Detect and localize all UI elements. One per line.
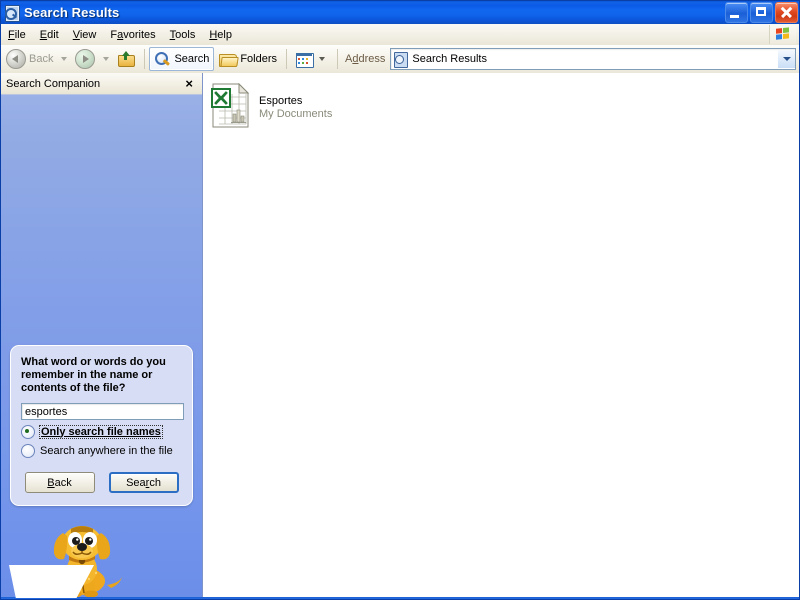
results-pane: Esportes My Documents (203, 73, 800, 598)
search-submit-label: Search (126, 477, 161, 489)
views-button[interactable] (291, 47, 333, 71)
menu-edit[interactable]: Edit (33, 27, 66, 43)
back-balloon-label: Back (47, 477, 71, 489)
windows-flag-logo (769, 25, 796, 44)
content-area: Search Companion × What word or words do… (1, 73, 800, 598)
up-folder-icon (117, 51, 135, 67)
search-document-icon (4, 5, 20, 21)
close-button[interactable] (775, 2, 798, 23)
toolbar: Back Search Folders (1, 45, 800, 74)
search-balloon: What word or words do you remember in th… (10, 345, 193, 506)
search-submit-button[interactable]: Search (109, 472, 179, 493)
address-search-icon (393, 52, 408, 67)
back-arrow-icon (6, 49, 26, 69)
menu-view[interactable]: View (66, 27, 104, 43)
excel-spreadsheet-icon (211, 83, 251, 128)
result-text: Esportes My Documents (259, 83, 332, 121)
menu-edit-rest: dit (47, 29, 59, 41)
list-item[interactable]: Esportes My Documents (211, 83, 332, 128)
search-companion-pane: Search Companion × What word or words do… (1, 73, 203, 598)
search-companion-header: Search Companion × (1, 73, 202, 95)
menu-favorites-rest: vorites (123, 29, 155, 41)
search-question: What word or words do you remember in th… (21, 356, 182, 395)
toolbar-separator-3 (337, 49, 338, 69)
balloon-buttons: Back Search (21, 472, 182, 493)
views-dropdown-caret-icon[interactable] (319, 57, 325, 61)
folders-button-label: Folders (240, 53, 277, 65)
menu-favorites[interactable]: Favorites (103, 27, 162, 43)
address-dropdown-button[interactable] (778, 50, 795, 68)
back-dropdown-caret-icon[interactable] (61, 57, 67, 61)
forward-arrow-icon (75, 49, 95, 69)
radio-filenames-label: Only search file names (40, 426, 162, 438)
window-title: Search Results (24, 5, 119, 20)
radio-option-anywhere[interactable]: Search anywhere in the file (21, 443, 182, 458)
minimize-button[interactable] (725, 2, 748, 23)
menu-view-rest: iew (80, 29, 97, 41)
forward-dropdown-caret-icon[interactable] (103, 57, 109, 61)
search-input[interactable] (21, 403, 184, 420)
forward-button[interactable] (70, 47, 100, 71)
search-results-window: Search Results File Edit View Favorites … (0, 0, 800, 600)
views-icon (296, 52, 313, 67)
search-button-label: Search (174, 53, 209, 65)
balloon-tail (9, 565, 94, 598)
toolbar-separator (144, 49, 145, 69)
search-button[interactable]: Search (149, 47, 214, 71)
back-button-balloon[interactable]: Back (25, 472, 95, 493)
address-value: Search Results (412, 53, 487, 65)
window-controls (725, 2, 798, 23)
menu-bar: File Edit View Favorites Tools Help (1, 24, 800, 46)
search-companion-title: Search Companion (6, 78, 100, 90)
radio-filenames-icon[interactable] (21, 425, 35, 439)
up-button[interactable] (112, 47, 140, 71)
close-icon[interactable]: × (185, 77, 193, 90)
back-button-label: Back (29, 53, 53, 65)
restore-button[interactable] (750, 2, 773, 23)
menu-file-rest: ile (15, 29, 26, 41)
back-button[interactable]: Back (1, 47, 58, 71)
radio-anywhere-label: Search anywhere in the file (40, 445, 173, 457)
search-icon (154, 51, 171, 67)
radio-anywhere-icon[interactable] (21, 444, 35, 458)
menu-tools[interactable]: Tools (163, 27, 203, 43)
toolbar-separator-2 (286, 49, 287, 69)
address-bar[interactable]: Search Results (390, 48, 796, 70)
radio-option-filenames[interactable]: Only search file names (21, 424, 182, 439)
folder-icon (219, 52, 237, 67)
result-file-location: My Documents (259, 108, 332, 121)
menu-file[interactable]: File (1, 27, 33, 43)
menu-help[interactable]: Help (202, 27, 239, 43)
menu-help-rest: elp (217, 29, 232, 41)
menu-tools-rest: ools (175, 29, 195, 41)
result-file-name: Esportes (259, 95, 332, 108)
address-label: Address (345, 53, 385, 65)
folders-button[interactable]: Folders (214, 47, 282, 71)
title-bar: Search Results (1, 1, 800, 25)
